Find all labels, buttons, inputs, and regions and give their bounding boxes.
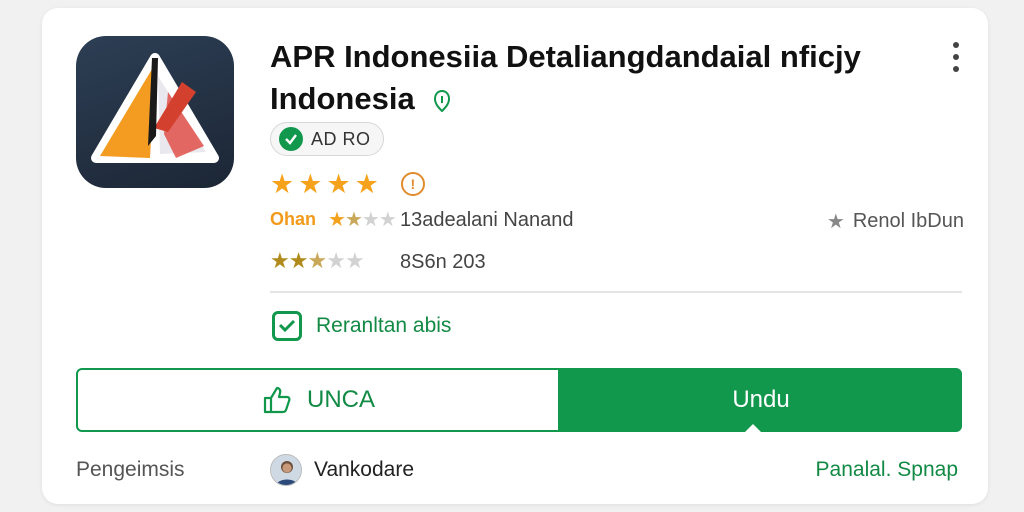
checkbox-icon: [272, 311, 302, 341]
star-icon: ★: [326, 169, 351, 199]
rating-stars: ★ ★ ★ ★ !: [270, 170, 425, 198]
right-info: ★ Renol IbDun: [827, 209, 964, 234]
star-icon: ★: [298, 169, 323, 199]
info-icon[interactable]: !: [400, 172, 425, 196]
footer-right-link[interactable]: Panalal. Spnap: [816, 458, 958, 482]
button-notch: [744, 424, 762, 433]
primary-button-label: Undu: [732, 386, 790, 413]
more-vert-icon[interactable]: [950, 42, 962, 72]
reviews-count: 13adealani Nanand: [400, 209, 574, 231]
check-circle-icon: [279, 127, 303, 151]
ad-badge-label: AD RO: [311, 128, 371, 149]
app-title-line2: Indonesia: [270, 81, 415, 116]
size-row: ★★★★★ 8S6n 203: [270, 248, 670, 276]
star-icon: ★: [354, 169, 379, 199]
primary-button[interactable]: Undu: [560, 368, 962, 432]
star-icon: ★: [826, 211, 845, 233]
size-text: 8S6n 203: [400, 251, 486, 273]
app-title: APR Indonesiia Detaliangdandaial nficjy …: [270, 36, 910, 120]
divider: [270, 291, 962, 293]
app-card: APR Indonesiia Detaliangdandaial nficjy …: [42, 8, 988, 504]
secondary-button-label: UNCA: [306, 386, 375, 413]
right-info-label: Renol IbDun: [852, 210, 964, 232]
star-icon: ★: [270, 169, 295, 199]
footer-left-label: Pengeimsis: [76, 458, 185, 481]
verified-shield-icon: [434, 89, 451, 112]
developer-name: Vankodare: [314, 458, 415, 481]
app-logo-icon[interactable]: [76, 36, 234, 188]
secondary-button[interactable]: UNCA: [76, 368, 560, 432]
avatar: [270, 454, 302, 486]
app-title-line1: APR Indonesiia Detaliangdandaial nficjy: [270, 39, 861, 74]
developer-info[interactable]: Vankodare: [270, 454, 414, 486]
feature-item[interactable]: Reranltan abis: [272, 311, 451, 341]
ad-badge: AD RO: [270, 122, 384, 156]
size-row-stars: ★★★★★: [270, 248, 365, 273]
rating-label: Ohan: [270, 209, 317, 229]
rating-row-stars: ★★★★: [328, 209, 397, 231]
thumbs-up-icon: [263, 386, 291, 414]
rating-row: Ohan ★★★★ 13adealani Nanand ★ Renol IbDu…: [270, 207, 964, 235]
feature-label: Reranltan abis: [316, 314, 452, 337]
